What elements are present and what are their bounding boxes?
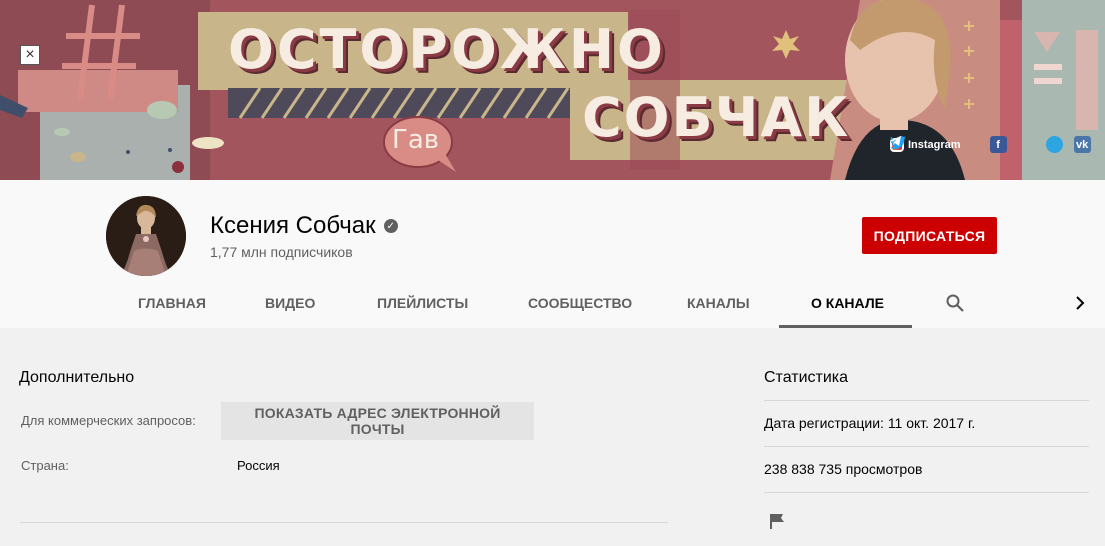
country-value: Россия bbox=[237, 458, 280, 473]
stats-title: Статистика bbox=[764, 369, 849, 386]
stats-divider-1 bbox=[764, 400, 1089, 401]
subscribe-button[interactable]: ПОДПИСАТЬСЯ bbox=[862, 217, 997, 254]
banner-title-line2: СОБЧАК bbox=[582, 86, 851, 149]
tab-playlists[interactable]: ПЛЕЙЛИСТЫ bbox=[377, 280, 468, 326]
avatar[interactable] bbox=[106, 196, 186, 276]
joined-date: Дата регистрации: 11 окт. 2017 г. bbox=[764, 415, 976, 431]
stats-divider-3 bbox=[764, 492, 1089, 493]
business-inquiries-label: Для коммерческих запросов: bbox=[21, 413, 196, 428]
details-divider bbox=[20, 522, 668, 523]
tab-community[interactable]: СООБЩЕСТВО bbox=[528, 280, 632, 326]
channel-title-row: Ксения Собчак ✓ bbox=[210, 212, 398, 240]
search-icon[interactable] bbox=[945, 293, 965, 313]
details-title: Дополнительно bbox=[19, 369, 135, 386]
banner-title-line1: ОСТОРОЖНО bbox=[228, 18, 666, 81]
country-label: Страна: bbox=[21, 458, 69, 473]
banner-speech-bubble: Гав bbox=[392, 125, 440, 155]
close-icon[interactable]: × bbox=[20, 45, 40, 65]
subscriber-count: 1,77 млн подписчиков bbox=[210, 244, 353, 260]
tab-channels[interactable]: КАНАЛЫ bbox=[687, 280, 750, 326]
stats-divider-2 bbox=[764, 446, 1089, 447]
active-tab-indicator bbox=[779, 325, 912, 328]
channel-banner: ОСТОРОЖНО СОБЧАК Гав × Instagram f vk bbox=[0, 0, 1105, 180]
instagram-link-label: Instagram bbox=[908, 138, 961, 151]
view-count: 238 838 735 просмотров bbox=[764, 461, 923, 477]
chevron-right-icon[interactable] bbox=[1072, 293, 1090, 313]
check-circle-icon: ✓ bbox=[383, 219, 398, 233]
youtube-channel-page: ОСТОРОЖНО СОБЧАК Гав × Instagram f vk Кс… bbox=[0, 0, 1105, 546]
channel-tabs: ГЛАВНАЯ ВИДЕО ПЛЕЙЛИСТЫ СООБЩЕСТВО КАНАЛ… bbox=[0, 280, 1105, 328]
tab-videos[interactable]: ВИДЕО bbox=[265, 280, 315, 326]
telegram-icon[interactable] bbox=[890, 136, 1063, 153]
tab-about[interactable]: О КАНАЛЕ bbox=[811, 280, 884, 326]
channel-name: Ксения Собчак bbox=[210, 212, 376, 239]
show-email-button[interactable]: ПОКАЗАТЬ АДРЕС ЭЛЕКТРОННОЙ ПОЧТЫ bbox=[221, 402, 534, 440]
flag-icon[interactable] bbox=[768, 512, 786, 530]
tab-home[interactable]: ГЛАВНАЯ bbox=[138, 280, 206, 326]
vk-icon[interactable]: vk bbox=[1073, 136, 1091, 153]
channel-links: Instagram f vk bbox=[890, 136, 1091, 153]
twitter-icon[interactable] bbox=[890, 136, 1035, 153]
facebook-icon[interactable]: f bbox=[989, 136, 1007, 153]
